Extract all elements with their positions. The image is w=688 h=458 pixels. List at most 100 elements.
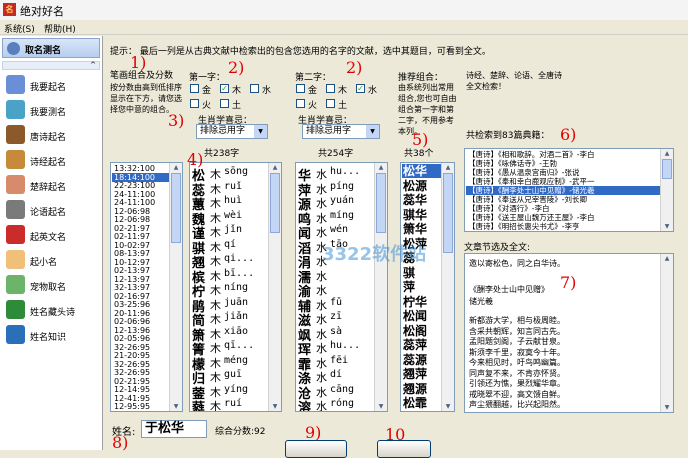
scroll-up-arrow[interactable]: ▲	[170, 163, 182, 172]
char2-element-label: 火	[308, 101, 318, 111]
combos-scrollbar[interactable]: ▲ ▼	[441, 163, 454, 411]
excerpt-line: 同声复不来，不肯亦怀贤。	[469, 368, 565, 378]
annotation-2b: 2)	[346, 58, 363, 77]
scroll-thumb[interactable]	[171, 173, 181, 243]
name-input[interactable]: 于松华	[141, 420, 207, 438]
sidebar-item[interactable]: 楚辞起名	[4, 174, 100, 196]
char2-element-label: 金	[308, 86, 318, 96]
combo-row[interactable]: 松源	[402, 179, 441, 193]
sidebar-item[interactable]: 宠物取名	[4, 274, 100, 296]
excerpt-scrollbar[interactable]: ▲ ▼	[660, 254, 673, 412]
combo-row[interactable]: 松华	[402, 164, 441, 178]
excerpt-line: 今来相见时，吁鸟鸣幽篇。	[469, 358, 565, 367]
combo-row[interactable]: 翘源	[402, 382, 441, 396]
sidebar-item[interactable]: 论语起名	[4, 199, 100, 221]
char-glyph[interactable]: 溶	[298, 397, 311, 411]
combo-row[interactable]: 蕊萍	[402, 338, 441, 352]
sidebar-item-label: 楚辞起名	[30, 183, 67, 193]
sidebar-item[interactable]: 我要测名	[4, 99, 100, 121]
combo-row[interactable]: 蕊华	[402, 193, 441, 207]
classics-list[interactable]: 【唐诗】《相和歌辞。对酒二首》-李白 【唐诗】《咏佛话寺》-王勃 【唐诗】《愚从温泉…	[464, 148, 674, 232]
sidebar-header[interactable]: 取名测名	[2, 38, 100, 58]
scroll-thumb[interactable]	[270, 173, 280, 233]
classic-row[interactable]: 【唐诗】《咏佛话寺》-王勃	[466, 159, 660, 168]
char1-scrollbar[interactable]: ▲ ▼	[268, 163, 281, 411]
classic-row[interactable]: 【唐诗】《对酒行》-李白	[466, 204, 660, 213]
scores-scrollbar[interactable]: ▲ ▼	[169, 163, 182, 411]
classics-scrollbar[interactable]: ▲ ▼	[660, 149, 673, 231]
char1-filter-select[interactable]: 排除忌用字 ▼	[196, 124, 268, 139]
combos-desc: 由系统列出常用组合,您也可自由组合第一字和第二字，不用参考本列。	[398, 83, 457, 136]
char2-filter-select[interactable]: 排除忌用字 ▼	[302, 124, 380, 139]
char2-list[interactable]: 华水 hu... 萍水 píng 源水 yuán 鸣水 míng 闻水 wén 滔水 tāo 涓水濡水渝…	[295, 162, 388, 412]
annotation-5: 5)	[412, 130, 429, 149]
sidebar-item[interactable]: 唐诗起名	[4, 124, 100, 146]
sidebar-item[interactable]: 姓名知识	[4, 324, 100, 346]
sidebar-item[interactable]: 姓名藏头诗	[4, 299, 100, 321]
char-pinyin: bī...	[224, 267, 255, 279]
sidebar-item[interactable]: 我要起名	[4, 74, 100, 96]
scroll-down-arrow[interactable]: ▼	[170, 402, 182, 411]
char1-checkbox-水[interactable]	[250, 84, 259, 93]
char2-checkbox-土[interactable]	[326, 99, 335, 108]
excerpt-title: 文章节选及全文:	[464, 243, 531, 253]
sidebar-item[interactable]: 诗经起名	[4, 149, 100, 171]
char1-label: 第一字：	[189, 73, 226, 83]
classic-row[interactable]: 【唐诗】《奉和幸白鹿观应制》-武平一	[466, 177, 660, 186]
sidebar-collapse-button[interactable]: ^	[2, 61, 100, 70]
combo-row[interactable]: 柠华	[402, 295, 441, 309]
menu-help[interactable]: 帮助(H)	[44, 22, 76, 35]
scores-list[interactable]: 13:32:100 18:14:100 22-23:100 24-11:100 24-1…	[110, 162, 183, 412]
combo-row[interactable]: 翘萍	[402, 367, 441, 381]
char1-checkbox-木[interactable]: ✓	[220, 84, 229, 93]
combo-row[interactable]: 骐华	[402, 208, 441, 222]
combo-row[interactable]: 松闻	[402, 309, 441, 323]
excerpt-top: 邀以寄松色，同之白华诗。	[469, 259, 565, 268]
pet-icon	[6, 275, 25, 294]
char1-checkbox-土[interactable]	[220, 99, 229, 108]
classic-row[interactable]: 【唐诗】《相和歌辞。对酒二首》-李白	[466, 150, 660, 159]
classic-row[interactable]: 【唐诗】《送王屋山魏万还王屋》-李白	[466, 213, 660, 222]
char1-list[interactable]: 松木 sōng 蕊木 ruǐ 蕙木 huì 魏木 wèi 谨木 jǐn 骐木 qí 翘木 qi... 槟木 b…	[189, 162, 282, 412]
char-pinyin: sà	[330, 325, 343, 337]
classic-row[interactable]: 【唐诗】《愚从温泉宫南归》-张说	[466, 168, 660, 177]
char2-checkbox-金[interactable]	[296, 84, 305, 93]
detail-button[interactable]	[285, 440, 347, 458]
poem-icon	[6, 300, 25, 319]
combo-row[interactable]: 萍	[402, 280, 441, 294]
char2-scrollbar[interactable]: ▲ ▼	[374, 163, 387, 411]
char2-element-label: 水	[368, 86, 378, 96]
combo-row[interactable]: 骐	[402, 266, 441, 280]
menu-system[interactable]: 系统(S)	[4, 22, 35, 35]
combo-row[interactable]: 蕊源	[402, 353, 441, 367]
combo-row[interactable]: 箫华	[402, 222, 441, 236]
char2-checkbox-木[interactable]	[326, 84, 335, 93]
combos-list[interactable]: 松华 松源 蕊华 骐华 箫华 松萍蕊骐萍柠华 松闻 松阁 蕊萍 蕊源 翘萍 翘源 松霏 ▲ ▼	[400, 162, 455, 412]
scroll-thumb[interactable]	[376, 173, 386, 233]
excerpt-line: 新都游大学，相与极周睦。	[469, 316, 565, 325]
char1-checkbox-火[interactable]	[190, 99, 199, 108]
char-pinyin: cāng	[330, 383, 355, 395]
combo-row[interactable]: 松霏	[402, 396, 441, 410]
char-pinyin: dí	[330, 369, 343, 380]
combo-row[interactable]: 松阁	[402, 324, 441, 338]
sidebar-item[interactable]: 起小名	[4, 249, 100, 271]
classic-row[interactable]: 【唐诗】《明招长惠尖书尤》-李亨	[466, 222, 660, 231]
classic-row[interactable]: 【唐诗】《酬李处士山中见赠》-储光羲	[466, 186, 660, 195]
char-pinyin: wén	[330, 224, 349, 235]
char1-checkbox-金[interactable]	[190, 84, 199, 93]
scroll-thumb[interactable]	[662, 159, 672, 179]
tip-text: 提示： 最后一列是从古典文献中检索出的包含您选用的名字的文献，选中其题目，可看到…	[110, 47, 491, 57]
sidebar-item[interactable]: 起英文名	[4, 224, 100, 246]
char-glyph[interactable]: 蕤	[192, 397, 205, 411]
char2-checkbox-火[interactable]	[296, 99, 305, 108]
classic-row[interactable]: 【唐诗】《奉送从兄宰晋陵》-刘长卿	[466, 195, 660, 204]
annotation-6: 6)	[560, 125, 577, 144]
char2-checkbox-水[interactable]: ✓	[356, 84, 365, 93]
char-pinyin: míng	[330, 209, 355, 221]
char-pinyin: qī...	[224, 340, 255, 351]
char1-element-label: 火	[202, 101, 212, 111]
excerpt-line: 含采共朝辉，知言同古先。	[469, 326, 565, 336]
scroll-thumb[interactable]	[443, 173, 453, 253]
score-row[interactable]: 12-95:95	[112, 402, 172, 411]
